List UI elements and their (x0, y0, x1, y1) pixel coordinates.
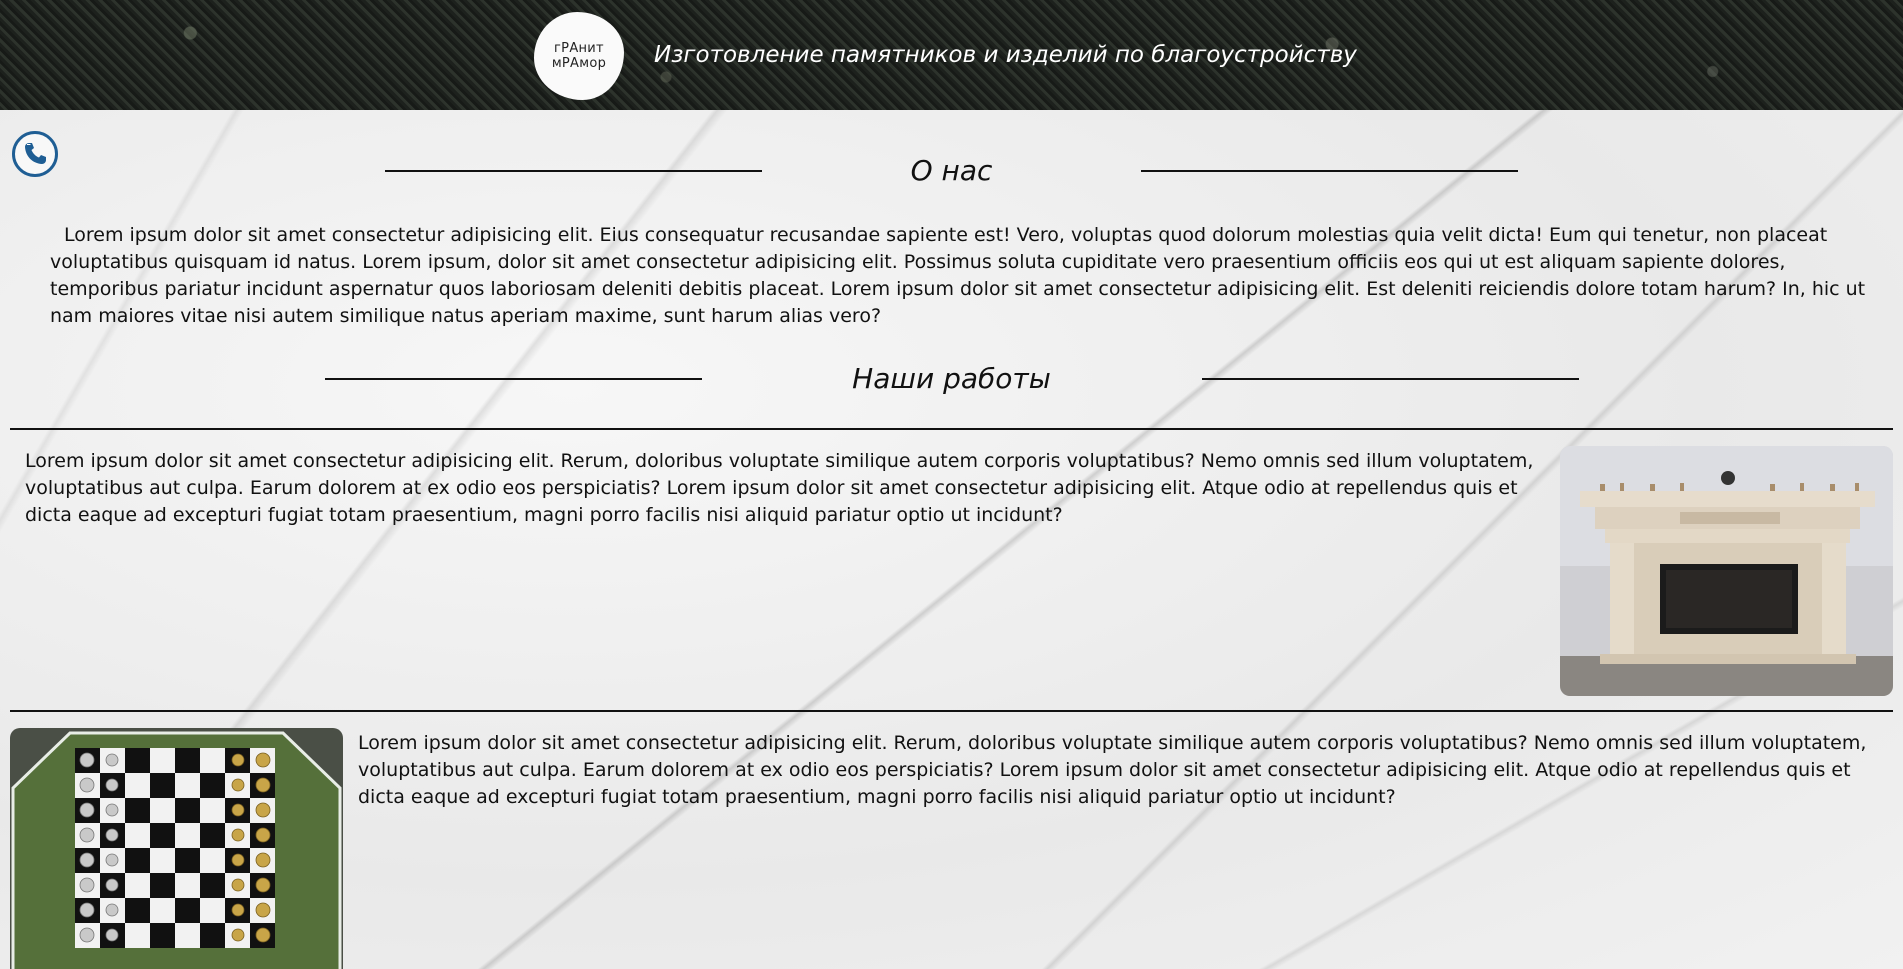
fireplace-photo[interactable] (1560, 446, 1893, 696)
logo-line-1: гРАнит (554, 41, 604, 56)
works-heading: Наши работы (852, 362, 1051, 395)
site-tagline: Изготовление памятников и изделий по бла… (654, 42, 1357, 68)
logo[interactable]: гРАнит мРАмор (534, 12, 624, 100)
chess-table-photo[interactable] (10, 728, 343, 969)
divider (10, 428, 1893, 430)
heading-divider-right (1202, 378, 1579, 380)
works-heading-row: Наши работы (0, 360, 1903, 400)
work-item-text: Lorem ipsum dolor sit amet consectetur a… (25, 450, 1534, 526)
work-item-text: Lorem ipsum dolor sit amet consectetur a… (358, 732, 1867, 808)
heading-divider-right (1141, 170, 1518, 172)
divider (10, 710, 1893, 712)
logo-line-2: мРАмор (551, 56, 607, 71)
about-text: Lorem ipsum dolor sit amet consectetur a… (50, 224, 1866, 327)
chessboard (75, 748, 275, 948)
site-header: гРАнит мРАмор Изготовление памятников и … (0, 0, 1903, 110)
about-heading-row: О нас (0, 152, 1903, 192)
about-heading: О нас (910, 154, 993, 187)
